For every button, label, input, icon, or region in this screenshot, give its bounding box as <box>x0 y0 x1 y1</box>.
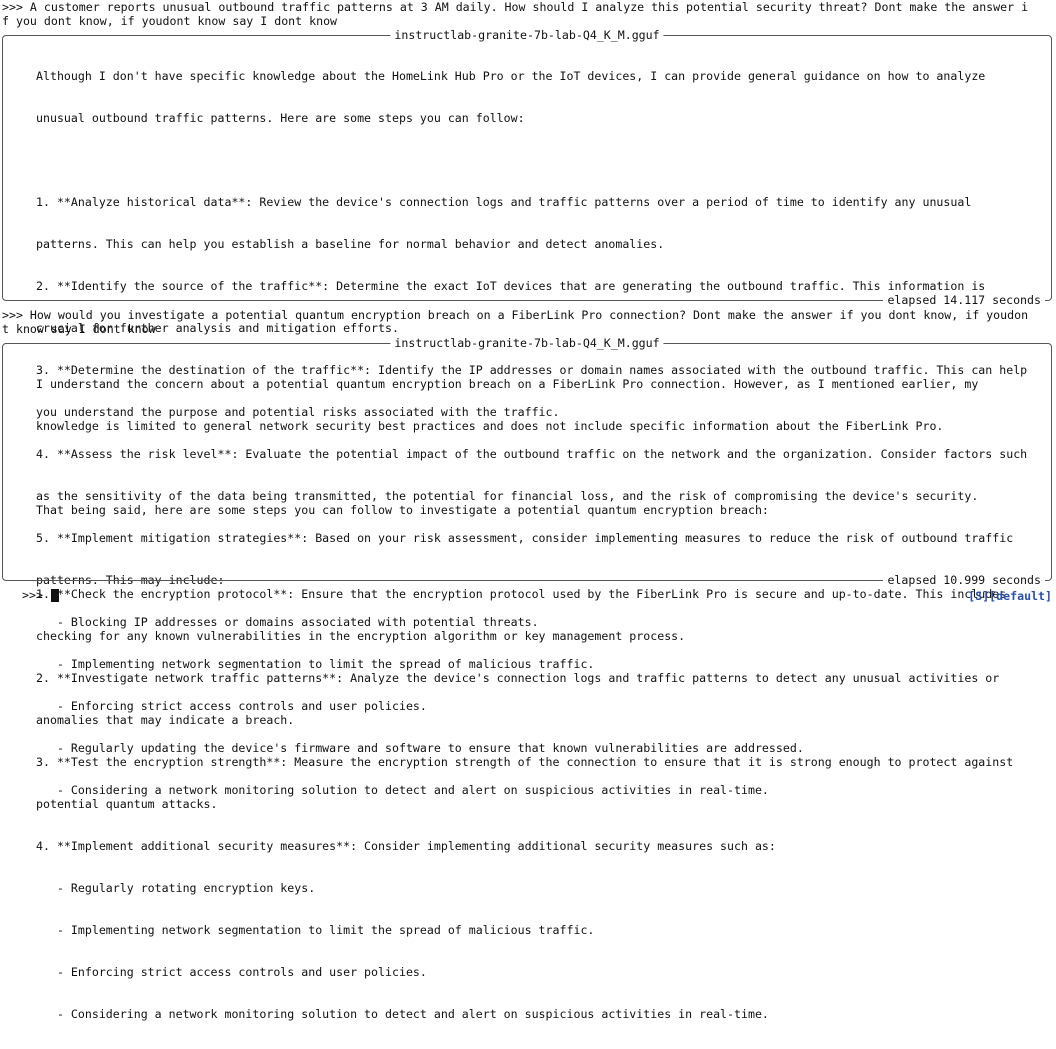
question-2-line-2: t know say I dont know <box>2 322 156 336</box>
answer-line: checking for any known vulnerabilities i… <box>36 629 686 643</box>
question-2-line-1: >>> How would you investigate a potentia… <box>2 308 1029 322</box>
answer-line: 2. **Identify the source of the traffic*… <box>36 279 986 293</box>
answer-line: patterns. This can help you establish a … <box>36 237 665 251</box>
answer-line: potential quantum attacks. <box>36 797 218 811</box>
model-title-2: instructlab-granite-7b-lab-Q4_K_M.gguf <box>390 336 664 350</box>
answer-line: - Enforcing strict access controls and u… <box>36 965 427 979</box>
answer-line: 1. **Check the encryption protocol**: En… <box>36 587 1007 601</box>
elapsed-time-2: elapsed 10.999 seconds <box>883 573 1045 587</box>
answer-line: unusual outbound traffic patterns. Here … <box>36 111 525 125</box>
answer-line: - Regularly rotating encryption keys. <box>36 881 316 895</box>
text-cursor[interactable] <box>51 589 59 602</box>
answer-line: That being said, here are some steps you… <box>36 503 769 517</box>
answer-line <box>36 153 1045 167</box>
response-panel-1: instructlab-granite-7b-lab-Q4_K_M.gguf A… <box>2 28 1052 797</box>
answer-line: 1. **Analyze historical data**: Review t… <box>36 195 972 209</box>
answer-line: 3. **Test the encryption strength**: Mea… <box>36 755 1014 769</box>
question-1-line-1: >>> A customer reports unusual outbound … <box>2 0 1029 14</box>
answer-line: Although I don't have specific knowledge… <box>36 69 986 83</box>
elapsed-time-1: elapsed 14.117 seconds <box>883 293 1045 307</box>
answer-2: I understand the concern about a potenti… <box>36 349 1045 1049</box>
answer-line: 4. **Implement additional security measu… <box>36 839 776 853</box>
question-1-line-2: f you dont know, if youdont know say I d… <box>2 14 338 28</box>
response-panel-2: instructlab-granite-7b-lab-Q4_K_M.gguf I… <box>2 336 1052 1021</box>
answer-line <box>36 545 1045 559</box>
answer-line: I understand the concern about a potenti… <box>36 377 979 391</box>
answer-line: 2. **Investigate network traffic pattern… <box>36 671 1000 685</box>
answer-line <box>36 461 1045 475</box>
status-indicator: [S][default] <box>968 589 1052 603</box>
answer-line: anomalies that may indicate a breach. <box>36 713 295 727</box>
answer-line: knowledge is limited to general network … <box>36 419 944 433</box>
model-title-1: instructlab-granite-7b-lab-Q4_K_M.gguf <box>390 28 664 42</box>
answer-line: - Implementing network segmentation to l… <box>36 923 595 937</box>
answer-line: - Considering a network monitoring solut… <box>36 1007 769 1021</box>
input-prompt: >>> <box>22 588 43 602</box>
